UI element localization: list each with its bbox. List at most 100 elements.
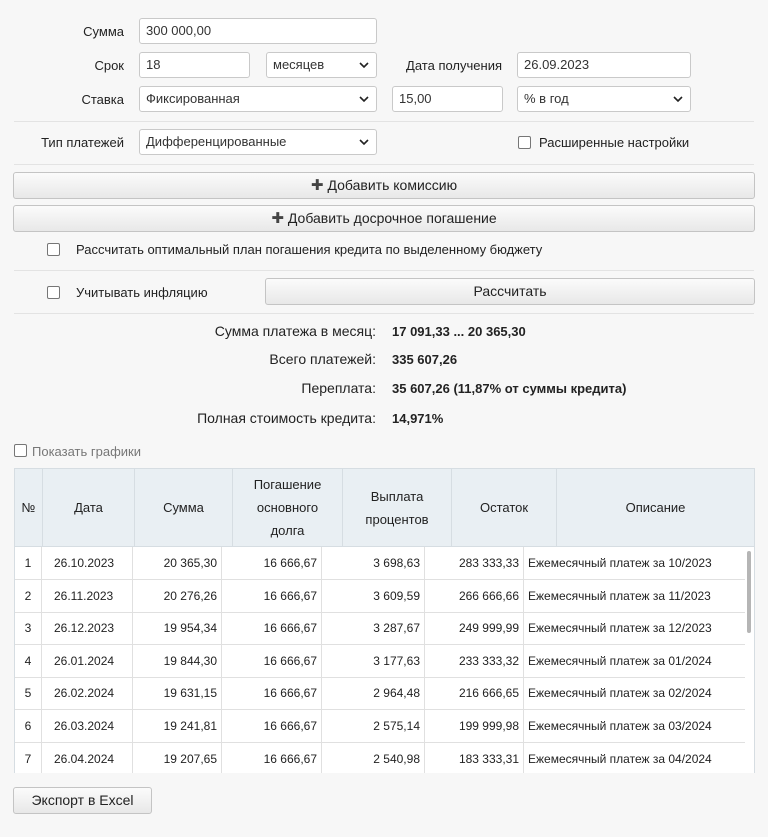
row-interest: 3 287,67: [322, 612, 425, 645]
monthly-payment-value: 17 091,33 ... 20 365,30: [392, 324, 526, 339]
row-balance: 249 999,99: [425, 612, 524, 645]
table-row: 6 26.03.2024 19 241,81 16 666,67 2 575,14 199…: [15, 710, 745, 743]
full-cost-value: 14,971%: [392, 411, 444, 426]
row-number: 2: [15, 579, 42, 612]
payment-type-value: Дифференцированные: [146, 134, 287, 149]
row-description: Ежемесячный платеж за 01/2024: [528, 653, 712, 668]
export-excel-button[interactable]: Экспорт в Excel: [13, 787, 152, 814]
add-commission-label: Добавить комиссию: [327, 177, 458, 193]
show-charts-checkbox[interactable]: [14, 444, 27, 457]
row-principal: 16 666,67: [222, 579, 322, 612]
col-header-interest-line1: Выплата: [370, 488, 424, 504]
row-description: Ежемесячный платеж за 12/2023: [528, 621, 712, 636]
row-sum: 20 365,30: [133, 547, 222, 579]
row-interest: 3 609,59: [322, 579, 425, 612]
row-date: 26.10.2023: [42, 547, 133, 579]
col-header-interest-line2: процентов: [365, 511, 429, 527]
table-row: 7 26.04.2024 19 207,65 16 666,67 2 540,98 183…: [15, 742, 745, 773]
row-sum: 19 844,30: [133, 644, 222, 677]
full-cost-label: Полная стоимость кредита:: [197, 410, 376, 426]
table-scrollbar[interactable]: [747, 551, 751, 633]
rate-label: Ставка: [81, 92, 124, 107]
rate-type-select[interactable]: Фиксированная: [139, 86, 377, 112]
row-balance: 233 333,32: [425, 644, 524, 677]
inflation-checkbox[interactable]: [47, 286, 60, 299]
col-header-number: №: [15, 469, 43, 546]
col-header-balance: Остаток: [452, 469, 557, 546]
col-header-principal-line3: долга: [270, 523, 305, 538]
row-date: 26.12.2023: [42, 612, 133, 645]
rate-type-value: Фиксированная: [146, 91, 240, 106]
row-balance: 216 666,65: [425, 677, 524, 710]
row-sum: 19 631,15: [133, 677, 222, 710]
row-description: Ежемесячный платеж за 02/2024: [528, 686, 712, 701]
term-unit-select[interactable]: месяцев: [266, 52, 377, 78]
row-description: Ежемесячный платеж за 04/2024: [528, 751, 712, 766]
advanced-settings-checkbox[interactable]: [518, 136, 531, 149]
schedule-table-header: № Дата Сумма Погашение основного долга В…: [14, 468, 755, 547]
advanced-settings-label[interactable]: Расширенные настройки: [539, 135, 689, 150]
plus-icon: ✚: [271, 210, 284, 227]
date-input[interactable]: 26.09.2023: [517, 52, 691, 78]
chevron-down-icon: [673, 96, 683, 103]
chevron-down-icon: [359, 96, 369, 103]
add-prepayment-button[interactable]: ✚ Добавить досрочное погашение: [13, 205, 755, 232]
schedule-table-body[interactable]: 1 26.10.2023 20 365,30 16 666,67 3 698,63 283…: [14, 547, 755, 773]
overpayment-value: 35 607,26 (11,87% от суммы кредита): [392, 381, 627, 396]
payment-type-select[interactable]: Дифференцированные: [139, 129, 377, 155]
col-header-interest: Выплата процентов: [343, 469, 452, 546]
divider: [14, 313, 754, 314]
row-date: 26.01.2024: [42, 644, 133, 677]
chevron-down-icon: [359, 139, 369, 146]
row-interest: 2 540,98: [322, 742, 425, 773]
calculate-button[interactable]: Рассчитать: [265, 278, 755, 305]
row-sum: 19 954,34: [133, 612, 222, 645]
row-balance: 199 999,98: [425, 710, 524, 742]
row-sum: 19 207,65: [133, 742, 222, 773]
col-header-date: Дата: [43, 469, 135, 546]
row-principal: 16 666,67: [222, 547, 322, 579]
row-principal: 16 666,67: [222, 710, 322, 742]
optimal-plan-label[interactable]: Рассчитать оптимальный план погашения кр…: [76, 242, 542, 257]
add-commission-button[interactable]: ✚ Добавить комиссию: [13, 172, 755, 199]
col-header-principal-line2: основного: [256, 500, 319, 515]
row-sum: 19 241,81: [133, 710, 222, 742]
amount-input[interactable]: 300 000,00: [139, 18, 377, 44]
row-date: 26.03.2024: [42, 710, 133, 742]
rate-unit-value: % в год: [524, 91, 569, 106]
optimal-plan-checkbox[interactable]: [47, 243, 60, 256]
row-number: 1: [15, 547, 42, 579]
date-label: Дата получения: [406, 58, 502, 73]
row-description: Ежемесячный платеж за 03/2024: [528, 719, 712, 733]
row-number: 6: [15, 710, 42, 742]
row-principal: 16 666,67: [222, 612, 322, 645]
row-principal: 16 666,67: [222, 644, 322, 677]
rate-input[interactable]: 15,00: [392, 86, 503, 112]
row-number: 7: [15, 742, 42, 773]
show-charts-label[interactable]: Показать графики: [32, 444, 141, 459]
row-interest: 3 177,63: [322, 644, 425, 677]
row-date: 26.04.2024: [42, 742, 133, 773]
col-header-principal-line1: Погашение: [253, 477, 322, 492]
term-unit-value: месяцев: [273, 57, 325, 72]
divider: [14, 121, 754, 122]
row-interest: 2 964,48: [322, 677, 425, 710]
row-balance: 283 333,33: [425, 547, 524, 579]
rate-unit-select[interactable]: % в год: [517, 86, 691, 112]
payment-type-label: Тип платежей: [41, 135, 124, 150]
col-header-description: Описание: [625, 500, 686, 515]
add-prepayment-label: Добавить досрочное погашение: [287, 210, 497, 226]
row-number: 4: [15, 644, 42, 677]
amount-label: Сумма: [83, 24, 124, 39]
row-sum: 20 276,26: [133, 579, 222, 612]
divider: [14, 270, 754, 271]
col-header-sum: Сумма: [135, 469, 233, 546]
divider: [14, 164, 754, 165]
chevron-down-icon: [359, 62, 369, 69]
table-row: 1 26.10.2023 20 365,30 16 666,67 3 698,63 283…: [15, 547, 745, 580]
term-input[interactable]: 18: [139, 52, 250, 78]
inflation-label[interactable]: Учитывать инфляцию: [76, 285, 208, 300]
term-label: Срок: [94, 58, 124, 73]
table-row: 5 26.02.2024 19 631,15 16 666,67 2 964,48 216…: [15, 677, 745, 711]
row-interest: 2 575,14: [322, 710, 425, 742]
